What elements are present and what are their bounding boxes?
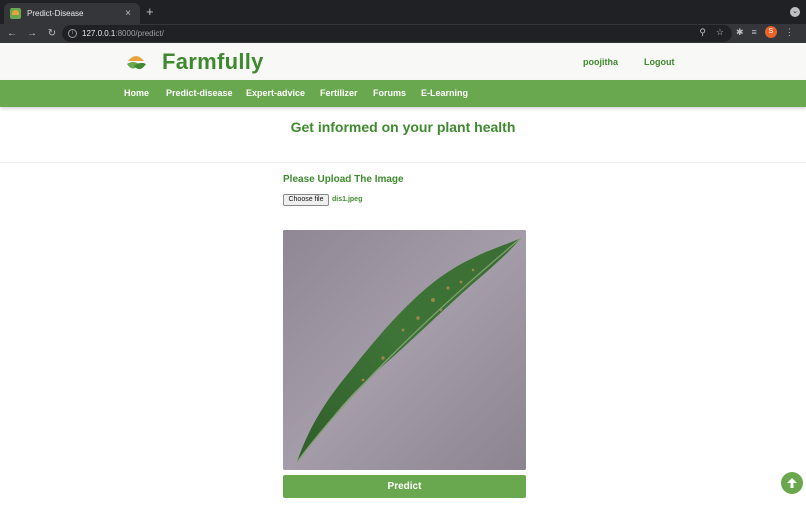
main-navbar: Home Predict-disease Expert-advice Ferti… xyxy=(0,80,806,107)
page-headline: Get informed on your plant health xyxy=(290,119,516,135)
forward-icon[interactable]: → xyxy=(24,28,40,39)
arrow-up-icon xyxy=(787,478,797,488)
tab-close-icon[interactable]: × xyxy=(122,8,134,19)
upload-label: Please Upload The Image xyxy=(283,174,404,185)
browser-toolbar: ← → ↻ i 127.0.0.1 :8000/predict/ ⚲ ☆ ✱ ≡… xyxy=(0,24,806,43)
nav-item-predict-disease[interactable]: Predict-disease xyxy=(166,88,233,98)
farmfully-logo-icon[interactable] xyxy=(125,51,147,73)
bookmark-star-icon[interactable]: ☆ xyxy=(716,27,724,38)
profile-avatar[interactable]: S xyxy=(764,26,777,38)
choose-file-button[interactable]: Choose file xyxy=(283,194,329,206)
scroll-to-top-button[interactable] xyxy=(781,472,803,494)
extensions-icon[interactable]: ✱ xyxy=(736,27,744,38)
browser-menu-icon[interactable]: ⋮ xyxy=(785,27,794,38)
address-bar[interactable]: i 127.0.0.1 :8000/predict/ ⚲ ☆ xyxy=(62,25,732,42)
media-queue-icon[interactable]: ≡ xyxy=(752,27,757,37)
nav-item-home[interactable]: Home xyxy=(124,88,149,98)
browser-tab[interactable]: Predict-Disease × xyxy=(4,3,140,24)
page: Farmfully poojitha Logout Home Predict-d… xyxy=(0,43,806,509)
new-tab-icon[interactable]: + xyxy=(146,4,154,19)
nav-item-forums[interactable]: Forums xyxy=(373,88,406,98)
nav-item-fertilizer[interactable]: Fertilizer xyxy=(320,88,358,98)
logout-link[interactable]: Logout xyxy=(644,57,675,67)
browser-tabbar: Predict-Disease × + ⌄ xyxy=(0,0,806,24)
leaf-image xyxy=(283,230,526,470)
back-icon[interactable]: ← xyxy=(4,28,20,39)
farmfully-favicon-icon xyxy=(10,8,21,19)
window-menu-icon[interactable]: ⌄ xyxy=(790,7,800,17)
reload-icon[interactable]: ↻ xyxy=(44,28,60,39)
section-divider xyxy=(0,162,806,163)
selected-file-name: dis1.jpeg xyxy=(332,196,363,203)
nav-item-e-learning[interactable]: E-Learning xyxy=(421,88,468,98)
brand-name[interactable]: Farmfully xyxy=(162,49,264,75)
tab-title: Predict-Disease xyxy=(27,9,84,18)
zoom-icon[interactable]: ⚲ xyxy=(699,27,706,38)
username-link[interactable]: poojitha xyxy=(583,57,618,67)
url-path: :8000/predict/ xyxy=(115,29,164,38)
nav-item-expert-advice[interactable]: Expert-advice xyxy=(246,88,305,98)
url-host: 127.0.0.1 xyxy=(82,29,116,38)
leaf-image-preview xyxy=(283,230,526,470)
site-info-icon[interactable]: i xyxy=(68,29,77,38)
site-header: Farmfully poojitha Logout xyxy=(0,43,806,80)
predict-button[interactable]: Predict xyxy=(283,475,526,498)
